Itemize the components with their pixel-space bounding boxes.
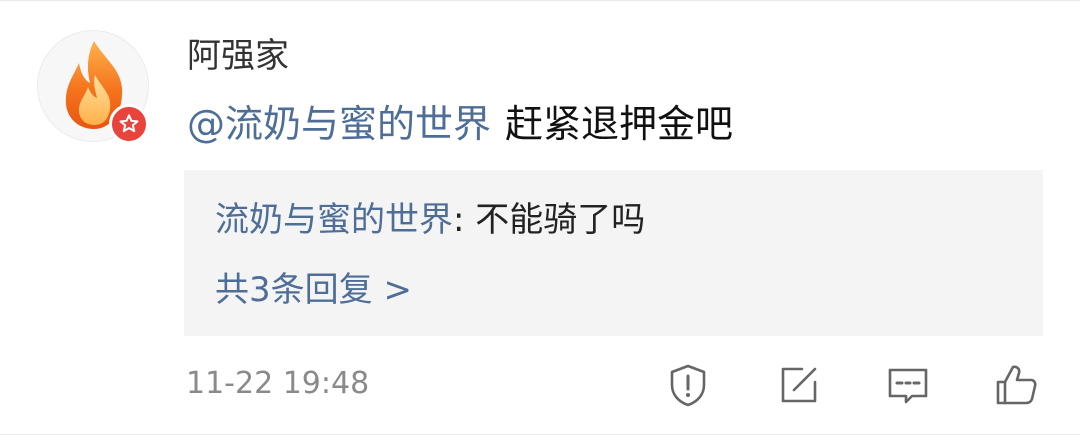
timestamp: 11-22 19:48	[186, 366, 370, 401]
reply-username[interactable]: 流奶与蜜的世界	[215, 200, 453, 240]
bottom-divider	[0, 434, 1080, 435]
shield-exclamation-icon	[670, 364, 706, 407]
comment-bubble-icon	[888, 368, 928, 404]
mention-link[interactable]: @流奶与蜜的世界	[187, 102, 491, 146]
report-button[interactable]	[665, 362, 711, 408]
reply-separator: :	[453, 200, 476, 240]
comment-button[interactable]	[885, 362, 931, 408]
top-divider	[0, 0, 1080, 1]
reply-preview-box[interactable]: 流奶与蜜的世界: 不能骑了吗 共3条回复 >	[184, 170, 1043, 336]
star-badge-icon	[119, 114, 139, 133]
like-button[interactable]	[993, 362, 1039, 408]
reply-line: 流奶与蜜的世界: 不能骑了吗	[215, 197, 645, 243]
view-replies-link[interactable]: 共3条回复 >	[215, 267, 412, 313]
verified-badge	[109, 104, 149, 144]
thumbs-up-icon	[996, 365, 1037, 405]
comment-body: 赶紧退押金吧	[505, 102, 734, 146]
edit-square-icon	[781, 367, 817, 403]
username[interactable]: 阿强家	[187, 34, 289, 78]
comment-text: @流奶与蜜的世界 赶紧退押金吧	[187, 98, 733, 150]
reply-text: 不能骑了吗	[475, 200, 646, 240]
repost-button[interactable]	[776, 362, 822, 408]
